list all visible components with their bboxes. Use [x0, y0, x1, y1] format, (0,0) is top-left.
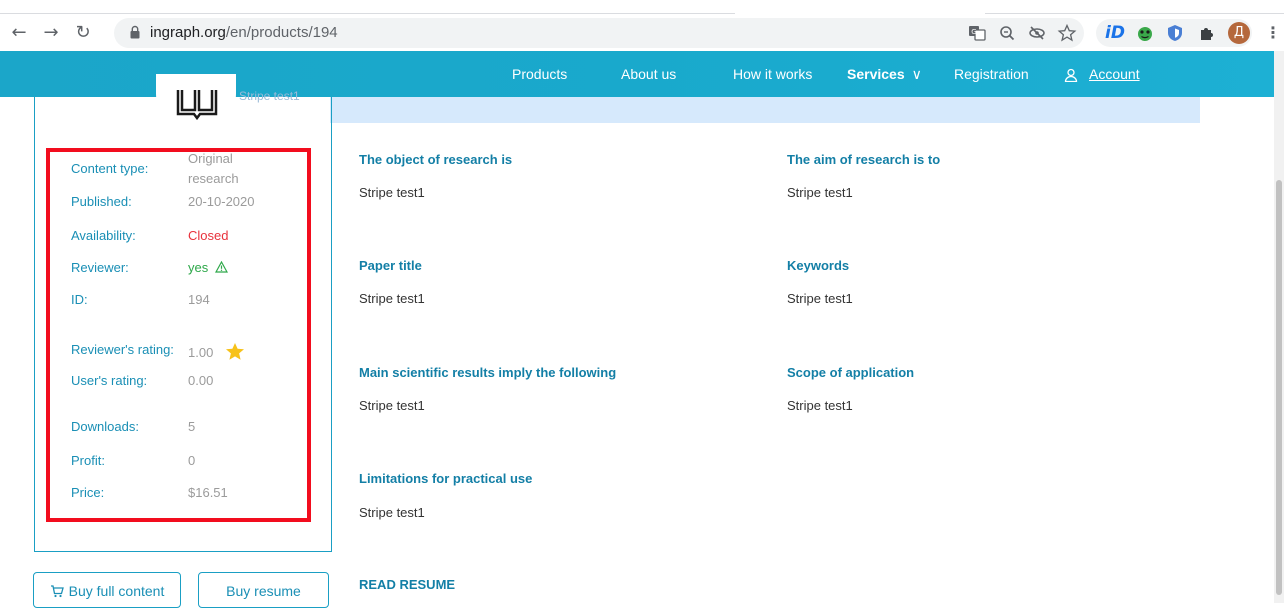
content-type-value-1: Original — [188, 151, 233, 166]
id-label: ID: — [71, 292, 88, 307]
product-name-partial: Stripe test1 — [239, 89, 300, 103]
buy-full-content-label: Buy full content — [68, 583, 165, 599]
puzzle-extensions-icon[interactable] — [1196, 22, 1218, 44]
reviewer-label: Reviewer: — [71, 260, 129, 275]
scrollbar-thumb[interactable] — [1276, 180, 1282, 595]
zoom-icon[interactable] — [996, 22, 1018, 44]
user-rating-label: User's rating: — [71, 373, 148, 388]
user-icon — [1064, 68, 1078, 82]
shield-extension-icon[interactable] — [1164, 22, 1186, 44]
nav-services[interactable]: Services ∨ — [847, 66, 922, 83]
translate-icon[interactable]: G — [966, 22, 988, 44]
frog-extension-icon[interactable] — [1134, 22, 1156, 44]
tab-strip — [0, 0, 1284, 14]
content-type-value-2: research — [188, 171, 239, 186]
read-resume-link[interactable]: READ RESUME — [359, 577, 455, 592]
reviewer-value-text: yes — [188, 260, 209, 275]
id-extension-icon[interactable]: iD — [1104, 22, 1126, 44]
chevron-down-icon: ∨ — [911, 66, 922, 82]
reload-icon[interactable]: ↻ — [72, 22, 94, 44]
id-value: 194 — [188, 292, 210, 307]
paper-title-heading: Paper title — [359, 258, 422, 273]
reviewer-rating-value: 1.00 — [188, 342, 245, 361]
nav-products[interactable]: Products — [512, 66, 567, 82]
forward-arrow-icon[interactable]: → — [40, 22, 62, 44]
nav-account[interactable]: Account — [1089, 66, 1140, 82]
main-results-heading: Main scientific results imply the follow… — [359, 365, 617, 380]
nav-registration[interactable]: Registration — [954, 66, 1029, 82]
published-value: 20-10-2020 — [188, 194, 255, 209]
paper-title-text: Stripe test1 — [359, 291, 425, 306]
limitations-heading: Limitations for practical use — [359, 471, 533, 486]
user-rating-value: 0.00 — [188, 373, 214, 388]
tab-divider — [0, 13, 735, 14]
profit-value: 0 — [188, 453, 196, 468]
back-arrow-icon[interactable]: ← — [8, 22, 30, 44]
url-path: /en/products/194 — [225, 24, 338, 41]
product-banner — [330, 97, 1200, 123]
content-type-label: Content type: — [71, 161, 149, 176]
tab-divider — [985, 13, 1284, 14]
aim-of-research-heading: The aim of research is to — [787, 152, 941, 167]
limitations-text: Stripe test1 — [359, 505, 425, 520]
price-value: $16.51 — [188, 485, 228, 500]
svg-text:G: G — [971, 28, 976, 36]
scope-of-application-heading: Scope of application — [787, 365, 915, 380]
url-text[interactable]: ingraph.org/en/products/194 — [150, 24, 338, 41]
scope-of-application-text: Stripe test1 — [787, 398, 853, 413]
nav-about-us[interactable]: About us — [621, 66, 676, 82]
browser-chrome: ← → ↻ ingraph.org/en/products/194 G iD Д… — [0, 0, 1284, 51]
book-icon — [176, 90, 218, 121]
reviewer-rating-label: Reviewer's rating: — [71, 342, 174, 357]
availability-value: Closed — [188, 228, 229, 243]
price-label: Price: — [71, 485, 105, 500]
reviewer-value: yes — [188, 260, 228, 275]
lock-icon — [130, 25, 140, 39]
keywords-text: Stripe test1 — [787, 291, 853, 306]
browser-menu-icon[interactable]: ⋮ — [1262, 22, 1284, 44]
published-label: Published: — [71, 194, 132, 209]
main-results-text: Stripe test1 — [359, 398, 425, 413]
cart-icon — [50, 585, 64, 598]
profit-label: Profit: — [71, 453, 105, 468]
url-host: ingraph.org — [150, 24, 226, 41]
availability-label: Availability: — [71, 228, 136, 243]
object-of-research-text: Stripe test1 — [359, 185, 425, 200]
nav-services-label: Services — [847, 66, 905, 82]
star-icon — [225, 343, 244, 360]
downloads-value: 5 — [188, 419, 196, 434]
profile-avatar[interactable]: Д — [1228, 22, 1250, 44]
object-of-research-heading: The object of research is — [359, 152, 513, 167]
downloads-label: Downloads: — [71, 419, 139, 434]
keywords-heading: Keywords — [787, 258, 850, 273]
aim-of-research-text: Stripe test1 — [787, 185, 853, 200]
warning-icon[interactable] — [214, 261, 228, 273]
bookmark-star-icon[interactable] — [1056, 22, 1078, 44]
nav-how-it-works[interactable]: How it works — [733, 66, 812, 82]
tracking-blocked-icon[interactable] — [1026, 22, 1048, 44]
reviewer-rating-number: 1.00 — [188, 345, 214, 360]
